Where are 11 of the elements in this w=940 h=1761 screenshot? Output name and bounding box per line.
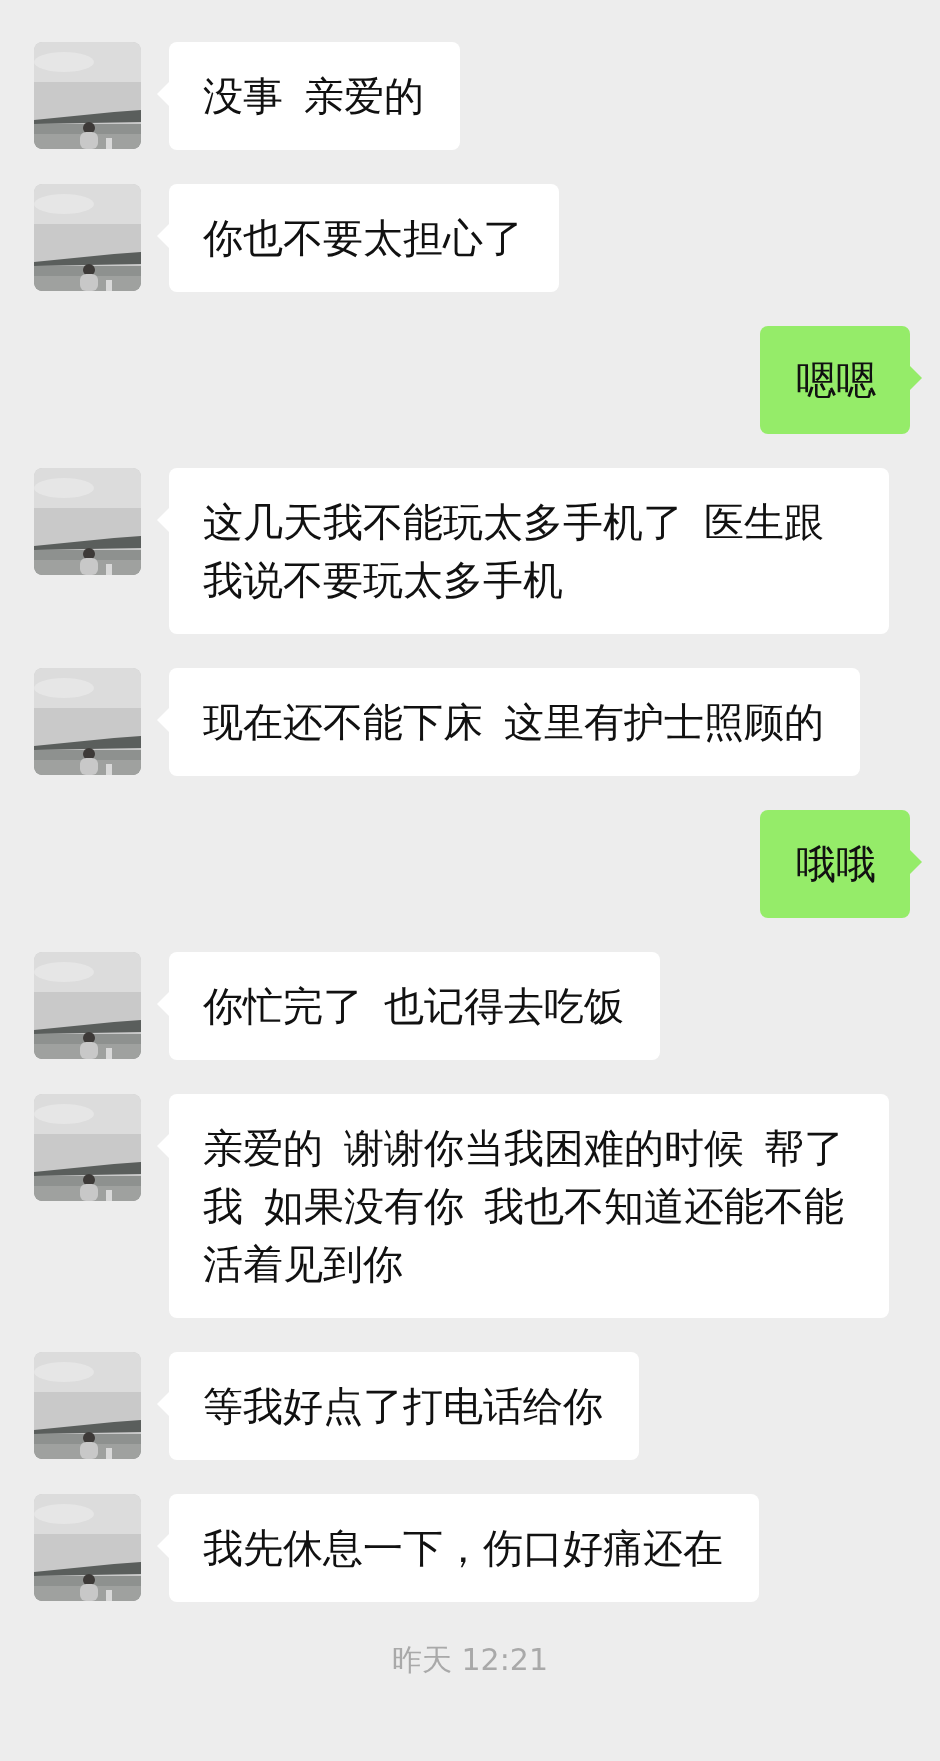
message-bubble: 你也不要太担心了 [157, 184, 559, 292]
message-bubble: 你忙完了 也记得去吃饭 [157, 952, 660, 1060]
message-bubble: 哦哦 [760, 810, 922, 918]
message-bubble: 亲爱的 谢谢你当我困难的时候 帮了我 如果没有你 我也不知道还能不能活着见到你 [157, 1094, 889, 1318]
timestamp: 昨天 12:21 [392, 1641, 548, 1679]
message-bubble: 没事 亲爱的 [157, 42, 460, 150]
message-bubble: 现在还不能下床 这里有护士照顾的 [157, 668, 860, 776]
message-bubble: 嗯嗯 [760, 326, 922, 434]
message-bubble: 等我好点了打电话给你 [157, 1352, 639, 1460]
message-bubble: 这几天我不能玩太多手机了 医生跟我说不要玩太多手机 [157, 468, 889, 634]
message-bubble: 我先休息一下，伤口好痛还在 [157, 1494, 759, 1602]
